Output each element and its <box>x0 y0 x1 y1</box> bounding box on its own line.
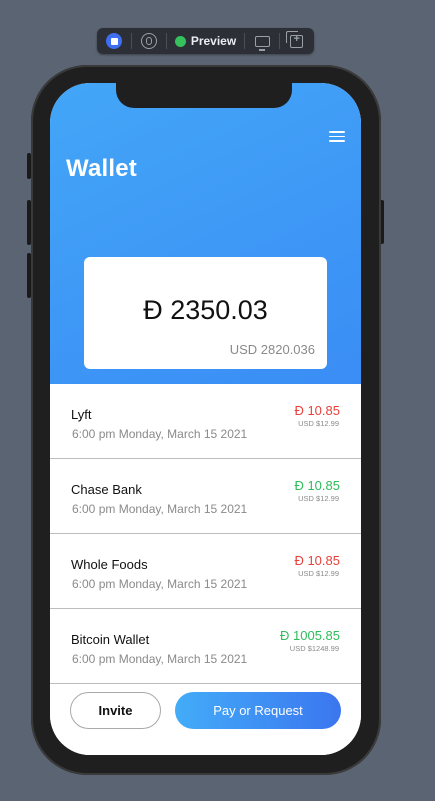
transaction-name: Bitcoin Wallet <box>71 632 150 647</box>
balance-card: Đ 2350.03 USD 2820.036 <box>84 257 327 369</box>
transaction-name: Whole Foods <box>71 557 148 572</box>
transaction-row[interactable]: Chase Bank 6:00 pm Monday, March 15 2021… <box>50 459 361 534</box>
toolbar-divider <box>165 33 167 49</box>
toolbar-divider <box>244 33 246 49</box>
transaction-date: 6:00 pm Monday, March 15 2021 <box>72 502 248 516</box>
device-settings-icon[interactable] <box>251 28 273 54</box>
transaction-amount: Đ 1005.85 <box>280 628 340 643</box>
wallet-header: Wallet Đ 2350.03 USD 2820.036 <box>50 83 361 384</box>
transaction-usd: USD $1248.99 <box>289 644 339 653</box>
transaction-amount: Đ 10.85 <box>294 478 340 493</box>
status-dot-icon <box>174 35 186 47</box>
selectable-mode-icon[interactable] <box>138 28 160 54</box>
transaction-amount: Đ 10.85 <box>294 553 340 568</box>
transaction-date: 6:00 pm Monday, March 15 2021 <box>72 577 248 591</box>
hamburger-menu-icon[interactable] <box>329 131 345 142</box>
balance-amount: Đ 2350.03 <box>143 295 268 325</box>
transaction-list: Lyft 6:00 pm Monday, March 15 2021 Đ 10.… <box>50 384 361 684</box>
transaction-usd: USD $12.99 <box>298 494 339 503</box>
transaction-usd: USD $12.99 <box>298 419 339 428</box>
preview-label: Preview <box>190 34 237 48</box>
transaction-amount: Đ 10.85 <box>294 403 340 418</box>
duplicate-preview-icon[interactable]: + <box>286 28 308 54</box>
page-title: Wallet <box>66 155 137 182</box>
pay-or-request-button[interactable]: Pay or Request <box>175 692 341 729</box>
live-preview-icon[interactable] <box>103 28 125 54</box>
preview-toolbar: Preview + <box>97 28 314 54</box>
action-bar: Invite Pay or Request <box>50 684 361 755</box>
transaction-row[interactable]: Lyft 6:00 pm Monday, March 15 2021 Đ 10.… <box>50 384 361 459</box>
invite-button[interactable]: Invite <box>70 692 161 729</box>
preview-button[interactable]: Preview <box>173 28 238 54</box>
toolbar-divider <box>279 33 280 49</box>
transaction-row[interactable]: Whole Foods 6:00 pm Monday, March 15 202… <box>50 534 361 609</box>
phone-notch <box>116 83 292 108</box>
transaction-date: 6:00 pm Monday, March 15 2021 <box>72 427 248 441</box>
toolbar-divider <box>131 33 132 49</box>
balance-usd: USD 2820.036 <box>229 342 315 357</box>
transaction-name: Chase Bank <box>71 482 142 497</box>
transaction-usd: USD $12.99 <box>298 569 339 578</box>
transaction-date: 6:00 pm Monday, March 15 2021 <box>72 652 248 666</box>
phone-screen: Wallet Đ 2350.03 USD 2820.036 Lyft 6:00 … <box>50 83 361 755</box>
transaction-name: Lyft <box>71 407 92 422</box>
transaction-row[interactable]: Bitcoin Wallet 6:00 pm Monday, March 15 … <box>50 609 361 684</box>
